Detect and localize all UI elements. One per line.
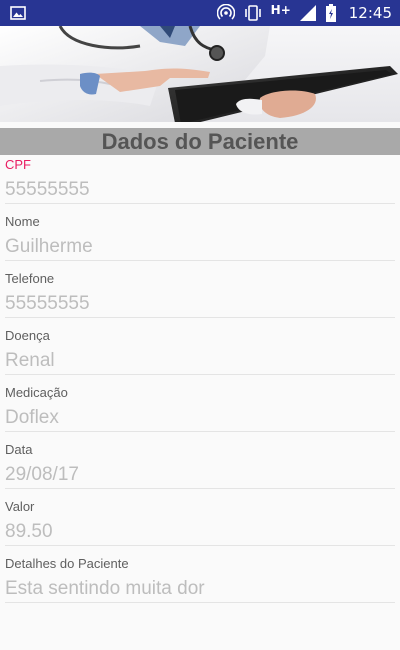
field-underline [5,488,395,489]
date-field[interactable]: Data 29/08/17 [5,440,395,497]
battery-icon [325,4,336,22]
field-label: Data [5,442,33,457]
banner-illustration [0,26,400,122]
status-icons: H+ 12:45 [216,0,392,26]
signal-icon [299,5,316,21]
value-field[interactable]: Valor 89.50 [5,497,395,554]
field-label: Telefone [5,271,55,286]
hotspot-icon [216,4,235,20]
value-input[interactable]: 89.50 [5,521,395,543]
field-label: Detalhes do Paciente [5,556,129,571]
name-field[interactable]: Nome Guilherme [5,212,395,269]
details-input[interactable]: Esta sentindo muita dor [5,578,395,600]
field-label: Valor [5,499,35,514]
field-underline [5,260,395,261]
status-time: 12:45 [348,4,392,22]
field-underline [5,317,395,318]
details-field[interactable]: Detalhes do Paciente Esta sentindo muita… [5,554,395,611]
section-header: Dados do Paciente [0,128,400,155]
vibrate-icon [244,5,261,21]
page-title: Dados do Paciente [101,128,299,154]
field-label: Medicação [5,385,68,400]
medication-input[interactable]: Doflex [5,407,395,429]
field-underline [5,431,395,432]
cpf-field[interactable]: CPF 55555555 [5,155,395,212]
date-input[interactable]: 29/08/17 [5,464,395,486]
field-underline [5,602,395,603]
doctor-tablet-banner [0,26,400,122]
field-label: CPF [5,157,31,172]
image-icon [10,6,26,20]
field-underline [5,374,395,375]
field-underline [5,203,395,204]
phone-field[interactable]: Telefone 55555555 [5,269,395,326]
status-bar: H+ 12:45 [0,0,400,26]
medication-field[interactable]: Medicação Doflex [5,383,395,440]
name-input[interactable]: Guilherme [5,236,395,258]
cpf-input[interactable]: 55555555 [5,179,395,201]
field-underline [5,545,395,546]
patient-form: CPF 55555555 Nome Guilherme Telefone 555… [0,155,400,611]
phone-input[interactable]: 55555555 [5,293,395,315]
disease-input[interactable]: Renal [5,350,395,372]
network-type: H+ [270,3,291,17]
disease-field[interactable]: Doença Renal [5,326,395,383]
field-label: Doença [5,328,50,343]
field-label: Nome [5,214,40,229]
